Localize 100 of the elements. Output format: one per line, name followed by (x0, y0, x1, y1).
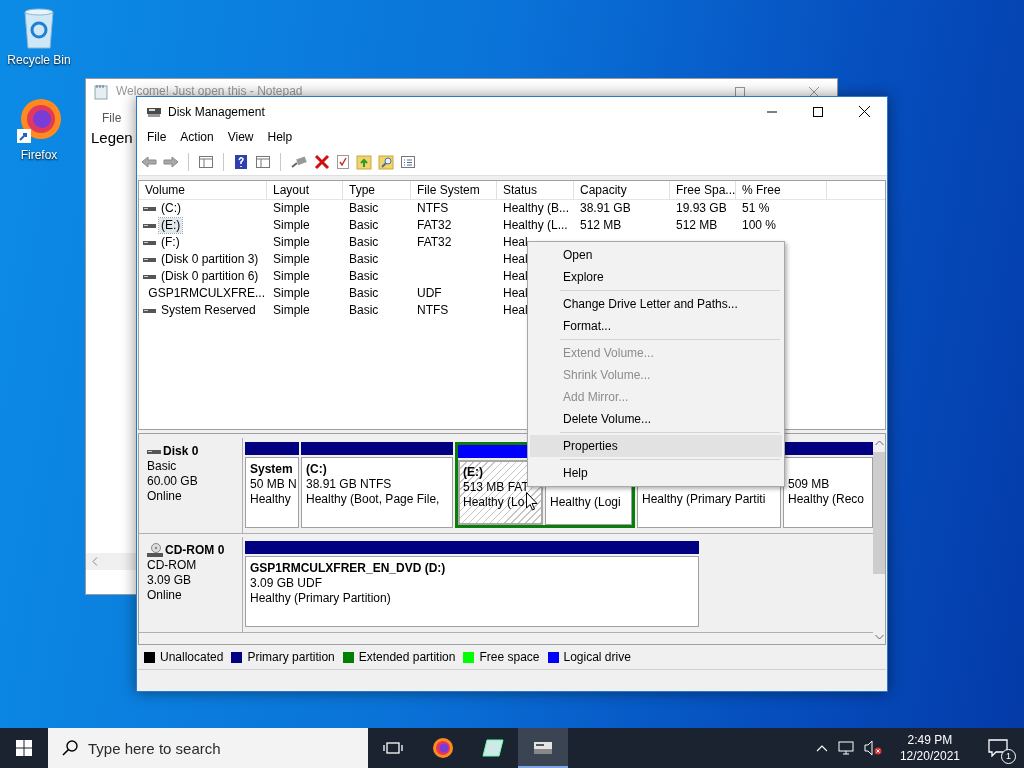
delete-icon[interactable] (314, 153, 330, 170)
table-cell: Simple (273, 252, 310, 266)
windows-logo-icon[interactable] (16, 740, 32, 756)
close-icon[interactable] (858, 106, 870, 117)
firefox-icon (432, 737, 454, 759)
partition-name: System (250, 462, 293, 476)
menu-item[interactable]: Delete Volume... (530, 408, 782, 430)
back-arrow-icon[interactable] (141, 153, 157, 170)
table-cell: Heal (503, 269, 528, 283)
disk-name[interactable]: Disk 0 (163, 444, 199, 459)
table-cell: Simple (273, 218, 310, 232)
table-cell: Heal (503, 252, 528, 266)
maximize-icon[interactable] (813, 106, 823, 117)
search-field[interactable]: Type here to search (48, 728, 368, 768)
column-header[interactable]: Type (343, 181, 411, 199)
menu-item[interactable]: File (147, 130, 167, 144)
partition-status: Healthy (Boot, Page File, (306, 492, 440, 506)
panel-icon[interactable] (198, 153, 214, 170)
table-cell: Basic (349, 303, 379, 317)
menu-item[interactable]: Format... (530, 315, 782, 337)
table-cell: NTFS (417, 201, 449, 215)
table-cell[interactable]: (Disk 0 partition 6) (159, 269, 261, 284)
table-cell: NTFS (417, 303, 449, 317)
column-header[interactable]: Status (497, 181, 574, 199)
menu-item[interactable]: Help (267, 130, 293, 144)
partition-name: (C:) (306, 462, 327, 476)
table-cell[interactable]: (Disk 0 partition 3) (159, 252, 261, 267)
clock-time[interactable]: 2:49 PM (907, 732, 953, 748)
table-cell[interactable]: (C:) (159, 201, 183, 216)
chevron-up-icon[interactable] (815, 744, 828, 752)
disk-info: Online (147, 489, 183, 504)
forward-arrow-icon[interactable] (163, 153, 179, 170)
partition-panel[interactable]: (C:) 38.91 GB NTFS Healthy (Boot, Page File, (301, 457, 453, 528)
notepad-icon (94, 84, 108, 100)
disk-name[interactable]: CD-ROM 0 (165, 543, 225, 558)
partition-status: Healthy (Primary Partiti (642, 492, 766, 506)
disk-info: Online (147, 588, 183, 603)
table-cell[interactable]: System Reserved (159, 303, 258, 318)
window-title: Welcome! Just open this - Notepad (116, 84, 303, 98)
partition-size: 50 MB N (250, 477, 297, 491)
legend-label: Logical drive (563, 650, 631, 664)
document-check-icon[interactable] (336, 153, 350, 170)
menu-item[interactable]: Explore (530, 266, 782, 288)
cursor-icon (526, 492, 538, 511)
menu-item[interactable]: Action (180, 130, 214, 144)
table-cell[interactable]: (F:) (159, 235, 182, 250)
scrollbar-thumb[interactable] (873, 452, 885, 574)
table-cell: Simple (273, 201, 310, 215)
network-icon[interactable] (837, 741, 854, 755)
panel-icon[interactable] (255, 153, 271, 170)
legend-label: Primary partition (247, 650, 335, 664)
column-header[interactable]: File System (411, 181, 497, 199)
folder-search-icon[interactable] (378, 153, 394, 170)
window-title: Disk Management (168, 104, 265, 119)
help-icon[interactable] (233, 153, 249, 170)
notepad-icon (482, 738, 504, 758)
table-cell: FAT32 (417, 218, 452, 232)
search-icon (62, 740, 78, 756)
table-cell: 38.91 GB (580, 201, 631, 215)
partition-size: 513 MB FAT (463, 480, 529, 494)
table-cell[interactable]: GSP1RMCULXFRE... (146, 286, 267, 301)
partition-panel[interactable]: 509 MB Healthy (Reco (783, 457, 873, 528)
drive-icon (143, 307, 156, 314)
table-cell: 51 % (742, 201, 770, 215)
column-header[interactable]: Volume (139, 181, 267, 199)
notification-icon[interactable] (988, 739, 1008, 757)
firefox-icon[interactable] (15, 97, 63, 145)
table-cell: Healthy (L... (503, 218, 568, 232)
column-header[interactable]: Free Spa... (670, 181, 736, 199)
taskbar-button[interactable] (518, 728, 568, 768)
disk-info: 60.00 GB (147, 474, 199, 489)
table-cell: Simple (273, 269, 310, 283)
menu-item[interactable]: File (102, 111, 122, 125)
table-cell: Basic (349, 286, 379, 300)
clock-date[interactable]: 12/20/2021 (899, 748, 960, 764)
partition-panel[interactable]: (E:) 513 MB FAT Healthy (Lo (458, 460, 543, 525)
column-header[interactable]: Layout (267, 181, 343, 199)
desktop-icon-label[interactable]: Recycle Bin (7, 53, 71, 67)
desktop-icon-label[interactable]: Firefox (20, 148, 58, 162)
partition-status: Healthy (Primary Partition) (250, 591, 391, 605)
speaker-muted-icon[interactable] (863, 740, 882, 756)
column-header[interactable]: % Free (736, 181, 827, 199)
table-cell: 100 % (742, 218, 777, 232)
menu-item[interactable]: View (227, 130, 254, 144)
partition-panel[interactable]: GSP1RMCULXFRER_EN_DVD (D:) 3.09 GB UDF Healthy (Primary Partition) (245, 556, 699, 627)
column-header[interactable]: Capacity (574, 181, 670, 199)
menu-item[interactable]: Properties (530, 435, 782, 457)
disk-info: CD-ROM (147, 558, 198, 573)
partition-bar (245, 442, 299, 455)
partition-panel[interactable]: System 50 MB N Healthy (245, 457, 299, 528)
table-cell: Heal (503, 303, 528, 317)
table-cell[interactable]: (E:) (159, 218, 183, 233)
list-icon[interactable] (400, 153, 416, 170)
partition-status: Healthy (250, 492, 291, 506)
partition-name: GSP1RMCULXFRER_EN_DVD (D:) (250, 561, 446, 575)
menu-item[interactable]: Open (530, 244, 782, 266)
table-cell: 512 MB (676, 218, 718, 232)
table-cell: Basic (349, 269, 379, 283)
table-cell: Simple (273, 303, 310, 317)
menu-item[interactable]: Change Drive Letter and Paths... (530, 293, 782, 315)
